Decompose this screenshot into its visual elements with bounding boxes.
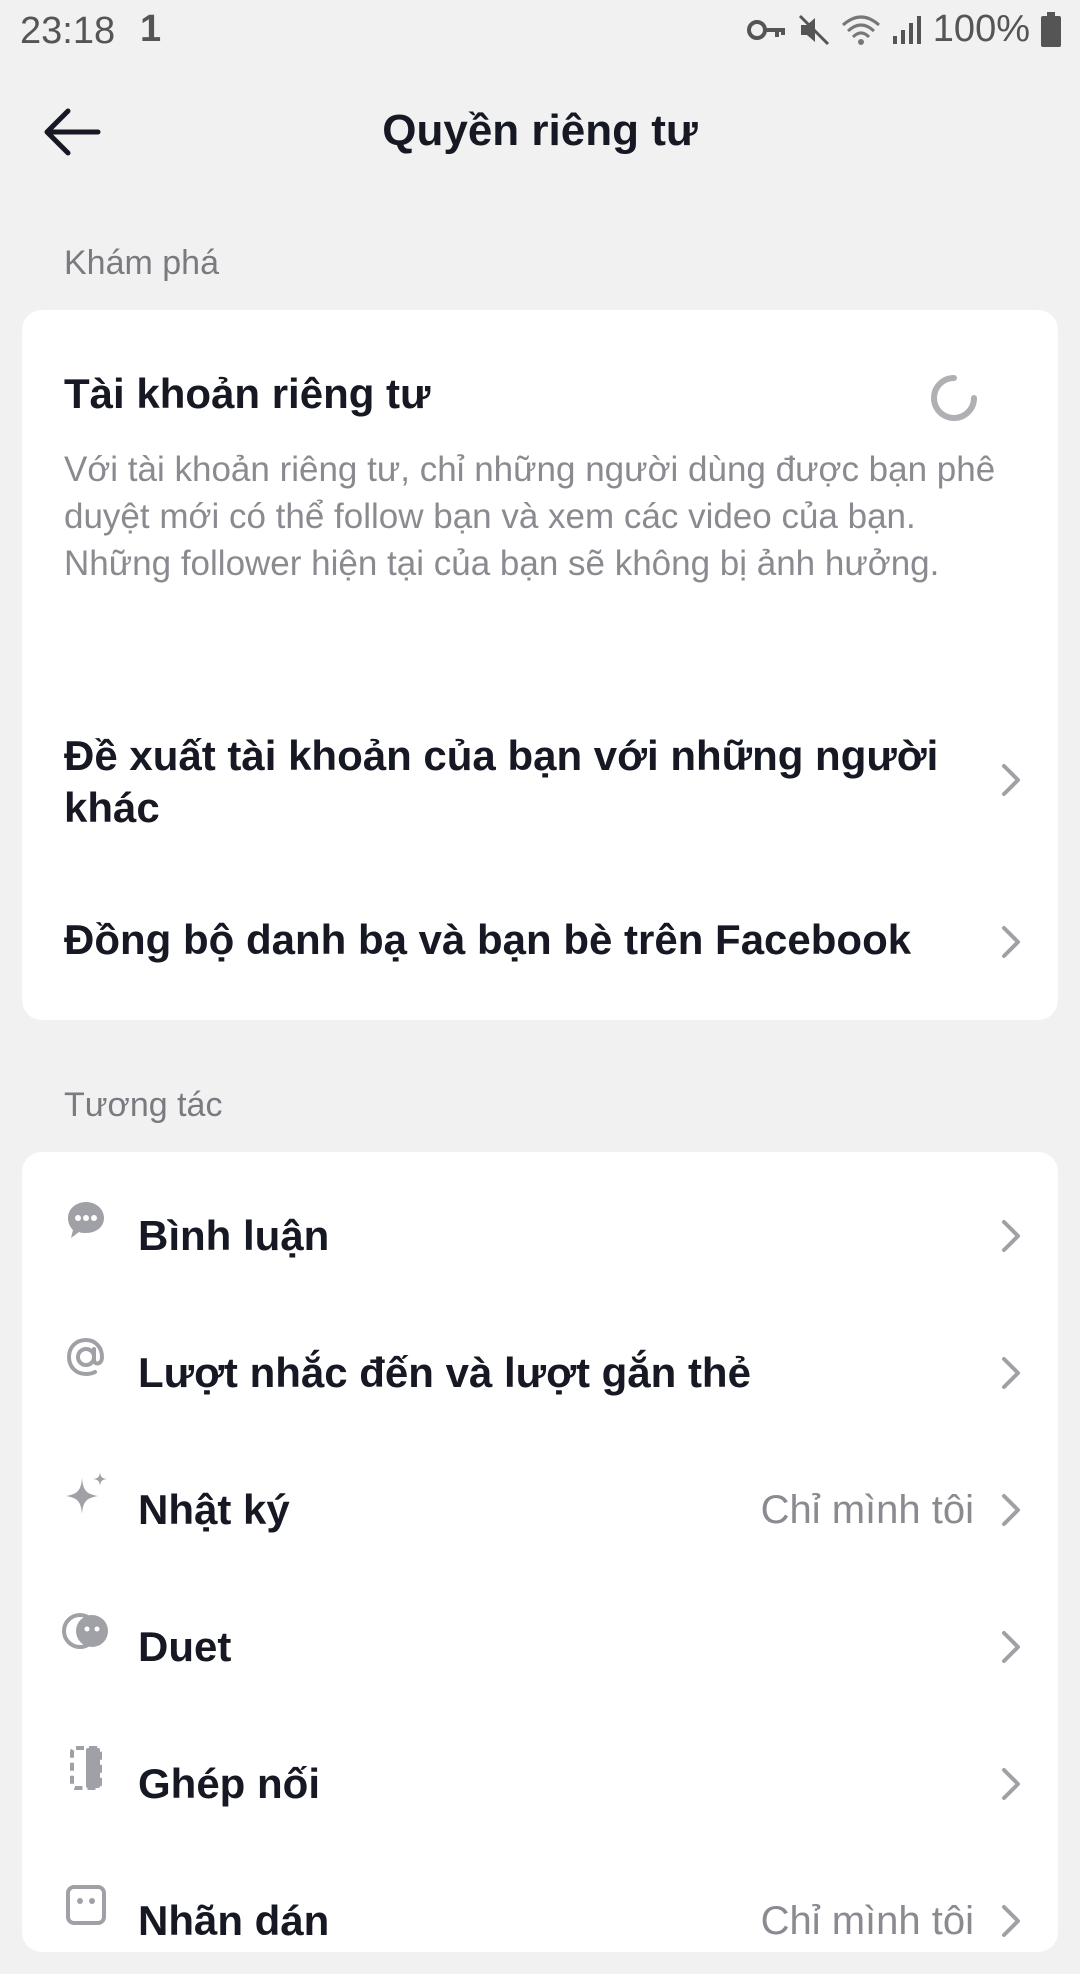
sticker-row[interactable]: Nhãn dán Chỉ mình tôi: [22, 1837, 1058, 1974]
chevron-right-icon: [1002, 1631, 1020, 1663]
top-bar: Quyền riêng tư: [0, 64, 1080, 200]
sticker-title: Nhãn dán: [138, 1897, 330, 1944]
chevron-right-icon: [1002, 764, 1020, 796]
suggest-account-row[interactable]: Đề xuất tài khoản của bạn với những ngườ…: [22, 710, 1058, 840]
duet-row[interactable]: Duet: [22, 1563, 1058, 1700]
chevron-right-icon: [1002, 1357, 1020, 1389]
mute-icon: [798, 14, 829, 45]
section-label-interaction: Tương tác: [64, 1086, 223, 1124]
comments-title: Bình luận: [138, 1212, 330, 1259]
chevron-right-icon: [1002, 1905, 1020, 1937]
comments-row[interactable]: Bình luận: [22, 1152, 1058, 1289]
status-bar: 23:18 1 100%: [0, 0, 1080, 64]
private-account-description: Với tài khoản riêng tư, chỉ những người …: [64, 450, 996, 583]
duet-title: Duet: [138, 1623, 232, 1670]
section-label-explore: Khám phá: [64, 244, 219, 282]
battery-percent: 100%: [932, 8, 1030, 50]
at-icon: [62, 1333, 110, 1381]
stitch-row[interactable]: Ghép nối: [22, 1700, 1058, 1837]
status-icons: 100%: [746, 8, 1062, 51]
mentions-row[interactable]: Lượt nhắc đến và lượt gắn thẻ: [22, 1289, 1058, 1426]
wifi-icon: [841, 15, 880, 45]
sticker-value: Chỉ mình tôi: [760, 1899, 974, 1943]
diary-title: Nhật ký: [138, 1486, 290, 1533]
suggest-account-title: Đề xuất tài khoản của bạn với những ngườ…: [64, 732, 939, 831]
sparkle-icon: [62, 1470, 110, 1518]
chevron-right-icon: [1002, 1494, 1020, 1526]
page-title: Quyền riêng tư: [382, 106, 698, 155]
sticker-icon: [62, 1881, 110, 1929]
diary-row[interactable]: Nhật ký Chỉ mình tôi: [22, 1426, 1058, 1563]
battery-icon: [1041, 11, 1061, 47]
sync-contacts-row[interactable]: Đồng bộ danh bạ và bạn bè trên Facebook: [22, 880, 1058, 990]
diary-value: Chỉ mình tôi: [760, 1488, 974, 1532]
sync-contacts-title: Đồng bộ danh bạ và bạn bè trên Facebook: [64, 916, 912, 963]
stitch-title: Ghép nối: [138, 1760, 320, 1807]
chevron-right-icon: [1002, 1220, 1020, 1252]
notification-count: 1: [140, 8, 162, 50]
loading-spinner-icon: [931, 375, 977, 421]
comment-icon: [62, 1196, 110, 1244]
signal-icon: [892, 15, 921, 44]
chevron-right-icon: [1002, 1768, 1020, 1800]
stitch-icon: [62, 1744, 110, 1792]
vpn-key-icon: [746, 19, 785, 40]
interaction-card: Bình luận Lượt nhắc đến và lượt gắn thẻ …: [22, 1152, 1058, 1952]
mentions-title: Lượt nhắc đến và lượt gắn thẻ: [138, 1349, 751, 1396]
private-account-row[interactable]: Tài khoản riêng tư Với tài khoản riêng t…: [22, 310, 1058, 650]
explore-card: Tài khoản riêng tư Với tài khoản riêng t…: [22, 310, 1058, 1020]
private-account-title: Tài khoản riêng tư: [64, 370, 431, 417]
chevron-right-icon: [1002, 926, 1020, 958]
duet-icon: [62, 1607, 110, 1655]
status-time: 23:18: [20, 10, 116, 52]
